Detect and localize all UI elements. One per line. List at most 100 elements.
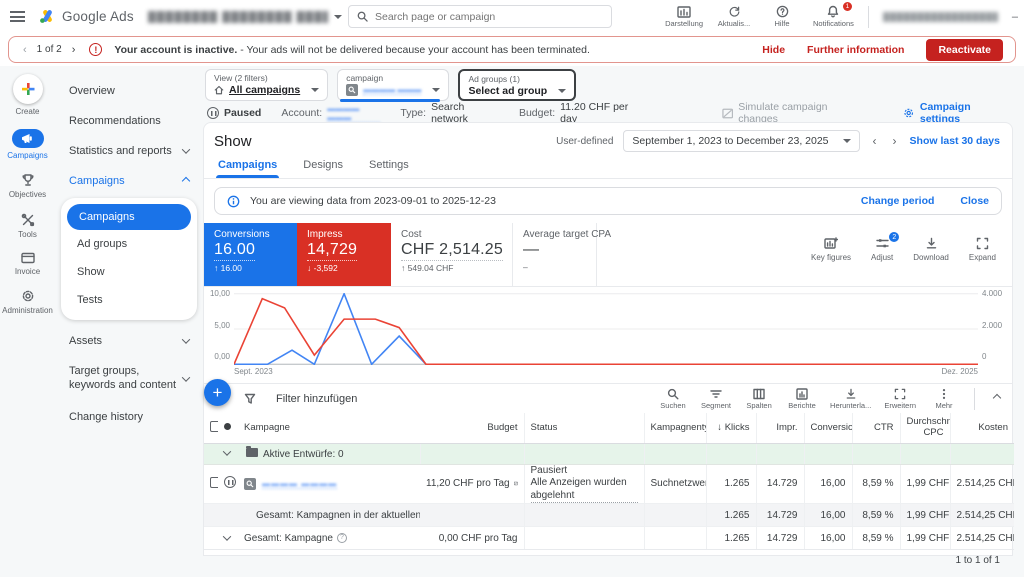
banner-next-icon[interactable]: › (70, 44, 78, 56)
col-klicks[interactable]: ↓ Klicks (705, 413, 756, 444)
nav-item-target-groups[interactable]: Target groups, keywords and content (55, 356, 203, 402)
account-caret-icon[interactable] (333, 14, 342, 19)
active-drafts-row[interactable]: Aktive Entwürfe: 0 (204, 443, 1014, 465)
refresh-button[interactable]: Aktualis... (717, 6, 751, 28)
rail-item-create[interactable]: Create (1, 74, 55, 116)
expand-icon (894, 388, 906, 399)
folder-icon (246, 445, 258, 457)
rail-item-administration[interactable]: Administration (1, 289, 55, 315)
help-circle-icon[interactable]: ? (336, 532, 347, 543)
banner-prev-icon[interactable]: ‹ (21, 44, 29, 56)
total-view-cpc: 1,99 CHF (899, 503, 950, 527)
rail-item-campaigns[interactable]: Campaigns (1, 129, 55, 160)
tab-designs[interactable]: Designs (303, 159, 343, 178)
ad-group-chip[interactable]: Ad groups (1) Select ad group (458, 69, 577, 101)
nav-item-change-history[interactable]: Change history (55, 402, 203, 432)
user-email-redacted[interactable]: ███████████████████@█████████ (883, 12, 998, 22)
campaign-chip[interactable]: campaign ▬▬▬▬ ▬▬▬ (337, 69, 450, 102)
col-impr[interactable]: Impr. (755, 413, 804, 444)
scorecard-conversions-label: Conversions (214, 229, 270, 240)
table-search-label: Suchen (660, 400, 686, 410)
subnav-item-show[interactable]: Show (61, 258, 197, 286)
select-all-checkbox[interactable] (210, 420, 218, 432)
scorecard-cpa-value: — (523, 241, 540, 258)
chart-plot-area[interactable] (234, 293, 978, 365)
nav-item-overview[interactable]: Overview (55, 76, 203, 106)
date-range-selector[interactable]: September 1, 2023 to December 23, 2025 (623, 130, 860, 152)
date-prev-icon[interactable]: ‹ (870, 134, 880, 148)
campaign-name-redacted[interactable]: ▬▬▬▬ ▬▬▬▬ (262, 479, 338, 489)
date-next-icon[interactable]: › (890, 134, 900, 148)
chevron-down-icon[interactable] (222, 447, 232, 456)
help-button[interactable]: Hilfe (765, 5, 799, 28)
subnav-item-tests[interactable]: Tests (61, 286, 197, 314)
rail-item-tools[interactable]: Tools (1, 213, 55, 239)
add-campaign-fab[interactable]: + (204, 379, 231, 406)
row-checkbox[interactable] (210, 476, 218, 488)
nav-item-assets[interactable]: Assets (55, 326, 203, 356)
col-conversions[interactable]: Conversions (803, 413, 852, 444)
rail-item-objectives[interactable]: Objectives (1, 173, 55, 199)
scorecard-empty[interactable] (597, 223, 811, 286)
chevron-down-icon[interactable] (222, 531, 232, 541)
download-table-button[interactable]: Herunterla... (830, 388, 871, 410)
reports-button[interactable]: Berichte (787, 387, 817, 410)
col-kampagnentyp[interactable]: Kampagnentyp (643, 413, 706, 444)
download-icon (846, 388, 856, 399)
campaign-budget[interactable]: 11,20 CHF pro Tag (426, 478, 510, 489)
rail-item-invoice[interactable]: Invoice (1, 252, 55, 276)
edit-budget-icon[interactable] (513, 479, 518, 488)
total-campaign-cpc: 1,99 CHF (899, 526, 950, 550)
account-name-redacted[interactable]: ████████ ████████ ███████ ████████ (148, 11, 328, 23)
scorecard-conversions[interactable]: Conversions 16.00 ↑ 16.00 (204, 223, 297, 286)
col-kampagne[interactable]: Kampagne (238, 413, 420, 444)
subnav-item-campaigns[interactable]: Campaigns (67, 204, 191, 230)
appearance-button[interactable]: Darstellung (665, 5, 703, 28)
col-budget[interactable]: Budget (420, 413, 524, 444)
nav-item-recommendations[interactable]: Recommendations (55, 106, 203, 136)
reactivate-button[interactable]: Reactivate (926, 38, 1003, 61)
scorecard-cost-label: Cost (401, 229, 422, 240)
key-figures-button[interactable]: Key figures (811, 237, 851, 262)
col-ctr[interactable]: CTR (851, 413, 900, 444)
nav-item-statistics[interactable]: Statistics and reports (55, 136, 203, 166)
left-axis-ticks: 10,00 5,00 0,00 (204, 289, 234, 361)
hamburger-menu-icon[interactable] (10, 11, 25, 22)
campaign-kosten: 2.514,25 CHF (949, 464, 1014, 504)
further-information-button[interactable]: Further information (807, 44, 904, 56)
col-kosten[interactable]: Kosten (949, 413, 1014, 444)
scorecard-impressions[interactable]: Impress 14,729 ↓ -3,592 (297, 223, 391, 286)
avatar-placeholder[interactable]: – (1012, 11, 1018, 23)
filter-funnel-icon[interactable] (244, 393, 256, 405)
adjust-button[interactable]: 2 Adjust (871, 232, 900, 262)
search-box[interactable] (348, 5, 612, 28)
close-notice-link[interactable]: Close (960, 195, 989, 207)
add-filter-button[interactable]: Filter hinzufügen (276, 393, 357, 405)
expand-table-button[interactable]: Erweitern (884, 388, 916, 410)
search-input[interactable] (375, 10, 603, 23)
expand-button[interactable]: Expand (969, 237, 996, 262)
change-period-link[interactable]: Change period (861, 195, 935, 207)
hide-button[interactable]: Hide (762, 44, 785, 56)
col-cpc[interactable]: Durchschn. CPC (899, 413, 950, 444)
columns-button[interactable]: Spalten (744, 388, 774, 410)
view-filter-chip[interactable]: View (2 filters) All campaigns (205, 69, 329, 101)
show-last-30-days-link[interactable]: Show last 30 days (910, 135, 1000, 147)
table-search-button[interactable]: Suchen (658, 388, 688, 410)
subnav-item-ad-groups[interactable]: Ad groups (61, 230, 197, 258)
col-klicks-label: Klicks (724, 422, 750, 434)
download-button[interactable]: Download (913, 237, 949, 262)
nav-item-campaigns[interactable]: Campaigns (55, 166, 203, 196)
campaign-status-line2[interactable]: Alle Anzeigen wurden abgelehnt (530, 477, 638, 503)
notifications-button[interactable]: 1 Notifications (813, 2, 854, 28)
tab-settings[interactable]: Settings (369, 159, 409, 178)
collapse-table-button[interactable] (990, 388, 1004, 408)
scorecard-cost[interactable]: Cost CHF 2,514.25 ↑ 549.04 CHF (391, 223, 513, 286)
more-button[interactable]: Mehr (929, 388, 959, 410)
tab-campaigns[interactable]: Campaigns (215, 159, 280, 178)
scorecard-target-cpa[interactable]: Average target CPA — – (513, 223, 611, 286)
campaign-row[interactable]: ▬▬▬▬ ▬▬▬▬ 11,20 CHF pro Tag Pausiert All… (204, 464, 1014, 504)
segment-button[interactable]: Segment (701, 388, 731, 410)
x-tick-start: Sept. 2023 (234, 367, 273, 376)
col-status[interactable]: Status (523, 413, 644, 444)
